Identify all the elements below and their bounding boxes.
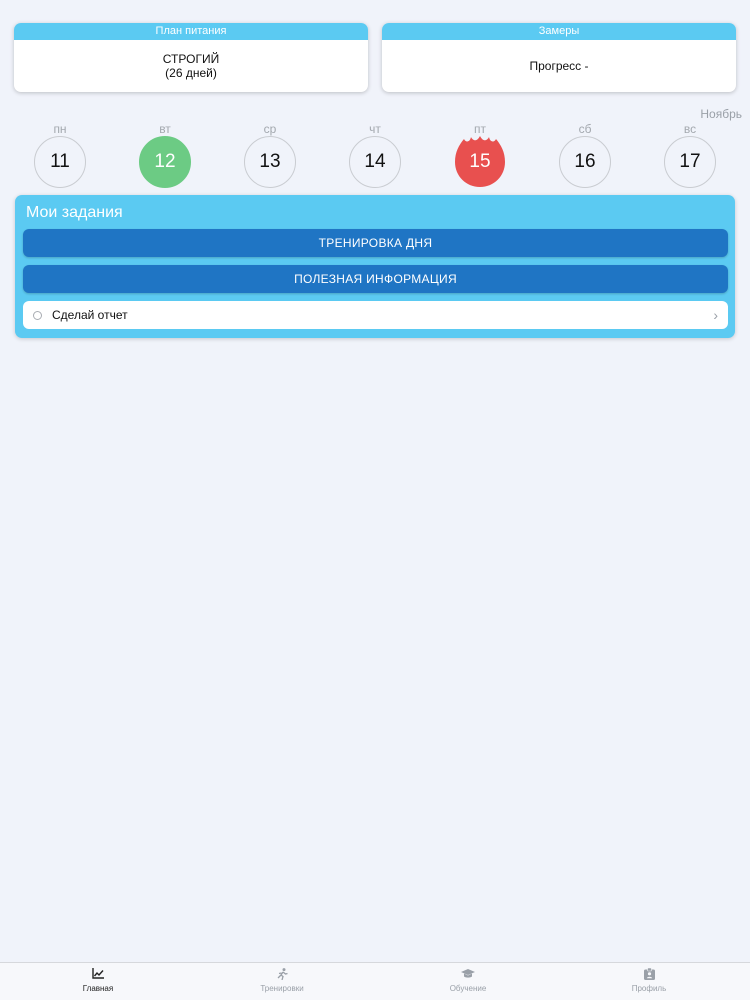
day-name: чт (369, 122, 381, 136)
measurements-header: Замеры (382, 23, 736, 40)
day-name: вт (159, 122, 171, 136)
day-wednesday[interactable]: ср 13 (240, 122, 300, 188)
day-name: пн (53, 122, 67, 136)
day-name: ср (263, 122, 277, 136)
nutrition-plan-days: (26 дней) (165, 66, 217, 80)
day-date: 16 (574, 151, 596, 172)
tab-learning-label: Обучение (449, 984, 487, 993)
day-tuesday[interactable]: вт 12 (135, 122, 195, 188)
day-circle-completed: 12 (139, 136, 191, 188)
day-circle-today: 15 (454, 136, 506, 188)
day-circle: 11 (34, 136, 86, 188)
tab-learning[interactable]: Обучение (418, 968, 518, 993)
measurements-card[interactable]: Замеры Прогресс - (382, 23, 736, 92)
day-circle: 13 (244, 136, 296, 188)
chevron-right-icon: › (713, 307, 718, 323)
day-circle: 17 (664, 136, 716, 188)
make-report-item[interactable]: Сделай отчет › (23, 301, 728, 329)
day-date: 15 (469, 151, 491, 172)
day-thursday[interactable]: чт 14 (345, 122, 405, 188)
make-report-label: Сделай отчет (52, 308, 128, 322)
tab-profile-label: Профиль (631, 984, 667, 993)
day-name: сб (578, 122, 592, 136)
running-icon (277, 968, 288, 980)
week-calendar: пн 11 вт 12 ср 13 чт 14 пт 15 сб 16 вс 1… (0, 122, 750, 188)
my-tasks-panel: Мои задания ТРЕНИРОВКА ДНЯ ПОЛЕЗНАЯ ИНФО… (15, 195, 735, 338)
day-date: 13 (259, 151, 281, 172)
day-date: 11 (50, 151, 70, 172)
day-saturday[interactable]: сб 16 (555, 122, 615, 188)
month-label: Ноябрь (700, 107, 742, 121)
day-sunday[interactable]: вс 17 (660, 122, 720, 188)
day-date: 14 (364, 151, 386, 172)
nutrition-plan-card[interactable]: План питания СТРОГИЙ (26 дней) (14, 23, 368, 92)
day-date: 12 (154, 151, 176, 172)
tab-home-label: Главная (82, 984, 114, 993)
tab-workouts-label: Тренировки (260, 984, 304, 993)
day-circle: 16 (559, 136, 611, 188)
graduation-cap-icon (461, 969, 475, 978)
tab-bar: Главная Тренировки Обучение Профиль (0, 962, 750, 1000)
tab-workouts[interactable]: Тренировки (232, 968, 332, 993)
profile-badge-icon (643, 968, 655, 980)
tab-home[interactable]: Главная (48, 968, 148, 993)
chart-icon (92, 968, 104, 979)
day-name: вс (683, 122, 697, 136)
nutrition-plan-header: План питания (14, 23, 368, 40)
radio-circle-icon[interactable] (33, 310, 42, 320)
day-date: 17 (679, 151, 701, 172)
nutrition-plan-name: СТРОГИЙ (162, 52, 220, 66)
tab-profile[interactable]: Профиль (599, 968, 699, 993)
day-circle: 14 (349, 136, 401, 188)
measurements-progress: Прогресс - (529, 59, 589, 73)
day-friday[interactable]: пт 15 (450, 122, 510, 188)
day-monday[interactable]: пн 11 (30, 122, 90, 188)
my-tasks-title: Мои задания (26, 204, 123, 221)
workout-of-the-day-button[interactable]: ТРЕНИРОВКА ДНЯ (23, 229, 728, 257)
home-screen: План питания СТРОГИЙ (26 дней) Замеры Пр… (0, 0, 750, 1000)
useful-info-button[interactable]: ПОЛЕЗНАЯ ИНФОРМАЦИЯ (23, 265, 728, 293)
